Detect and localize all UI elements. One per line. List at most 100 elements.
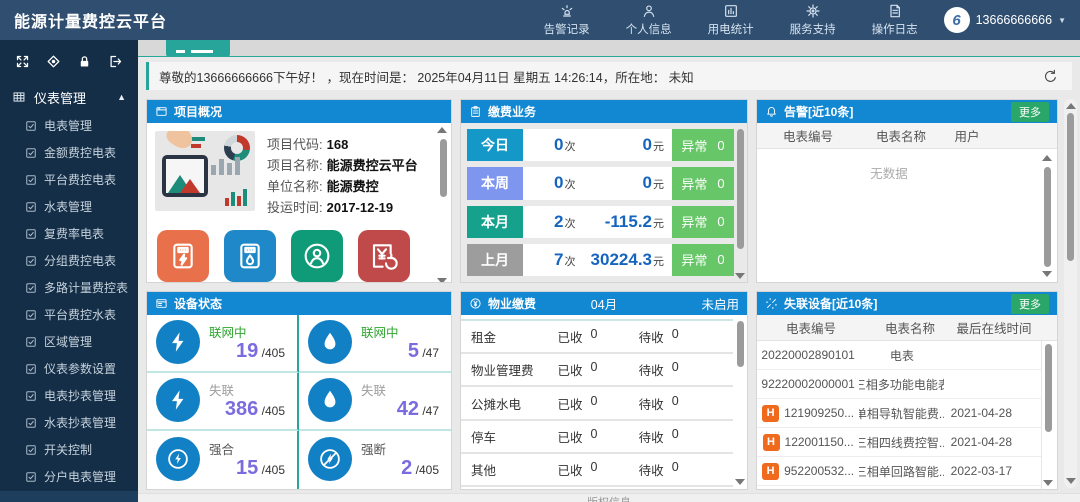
sidebar-item-water-reading[interactable]: 水表抄表管理 [0, 409, 138, 436]
meter-no: 122001150... [785, 435, 854, 449]
nav-operation-log[interactable]: 操作日志 [872, 3, 918, 37]
lock-icon[interactable] [77, 54, 92, 69]
sidebar-item-multichannel-meter[interactable]: 多路计量费控表 [0, 274, 138, 301]
received-value: 0 [590, 327, 597, 346]
sidebar-item-switch-control[interactable]: 开关控制 [0, 436, 138, 463]
received-value: 0 [590, 460, 597, 479]
scrollbar-thumb[interactable] [1044, 167, 1051, 267]
profile-icon [641, 3, 657, 19]
sidebar-item-platform-feecontrol-water[interactable]: 平台费控水表 [0, 301, 138, 328]
locate-icon[interactable] [46, 54, 61, 69]
pending-label: 待收 [639, 460, 664, 479]
nav-electricity-stats[interactable]: 用电统计 [708, 3, 754, 37]
device-cell-water-offline: 失联 42 /47 [299, 373, 451, 431]
alarm-more-button[interactable]: 更多 [1011, 102, 1049, 122]
pay-amount: 0 [643, 135, 652, 154]
page-scrollbar[interactable] [1064, 99, 1077, 488]
scrollbar-thumb[interactable] [440, 139, 447, 197]
pay-amount-unit: 元 [653, 179, 664, 191]
abnormal-label: 异常 [681, 174, 707, 193]
scrollbar-thumb[interactable] [737, 129, 744, 249]
panel-title: 告警[近10条] [784, 103, 853, 120]
nav-profile[interactable]: 个人信息 [626, 3, 672, 37]
bell-icon [765, 105, 778, 118]
project-illustration [155, 131, 255, 211]
offline-row[interactable]: 92220002000001 三相多功能电能表 [757, 370, 1041, 399]
offline-table-header: 电表编号 电表名称 最后在线时间 [757, 315, 1057, 341]
scroll-down-icon[interactable] [1042, 271, 1052, 277]
shortcut-electric-meter[interactable] [157, 230, 209, 282]
sidebar-item-label: 开关控制 [44, 441, 92, 458]
column-header: 最后在线时间 [955, 318, 1033, 337]
sidebar-item-amount-feecontrol-meter[interactable]: 金额费控电表 [0, 139, 138, 166]
pending-value: 0 [672, 394, 679, 413]
fullscreen-icon[interactable] [15, 54, 30, 69]
offline-row[interactable]: H121909250... 单相导轨智能费... 2021-04-28 [757, 399, 1041, 428]
checkbox-icon [25, 309, 37, 321]
offline-row[interactable]: H952200532... 三相单回路智能... 2022-03-17 [757, 457, 1041, 486]
scrollbar-thumb[interactable] [1045, 344, 1052, 432]
h-badge: H [763, 434, 780, 451]
device-status-label: 强合 [209, 443, 234, 457]
offline-row[interactable]: 20220002890101 电表 [757, 341, 1041, 370]
pay-amount-unit: 元 [653, 256, 664, 268]
checkbox-icon [25, 201, 37, 213]
sidebar-item-electric-meter[interactable]: 电表管理 [0, 112, 138, 139]
project-shortcuts [155, 230, 433, 282]
sidebar-item-label: 水表管理 [44, 198, 92, 215]
scroll-down-icon[interactable] [1043, 480, 1053, 486]
device-cell-force-on: 强合 15 /405 [147, 431, 299, 489]
abnormal-label: 异常 [681, 212, 707, 231]
checkbox-icon [25, 174, 37, 186]
copyright-text: 版权信息 [587, 494, 631, 502]
last-online: 2022-03-17 [951, 464, 1012, 478]
water-meter-icon [308, 378, 352, 422]
panel-project-header: 项目概况 [147, 100, 451, 123]
shortcut-user-account[interactable] [291, 230, 343, 282]
app-title: 能源计量费控云平台 [0, 8, 167, 32]
refresh-button[interactable] [1036, 64, 1064, 88]
tab-home[interactable] [166, 40, 230, 57]
sidebar-item-water-meter[interactable]: 水表管理 [0, 193, 138, 220]
scroll-down-icon[interactable] [1066, 478, 1076, 484]
sidebar-group-meter-management[interactable]: 仪表管理 ▲ [0, 82, 138, 112]
pay-amount-unit: 元 [653, 141, 664, 153]
meter-no: 121909250... [784, 406, 854, 420]
offline-more-button[interactable]: 更多 [1011, 294, 1049, 314]
checkbox-icon [25, 255, 37, 267]
scroll-up-icon[interactable] [1066, 103, 1076, 109]
sidebar-item-label: 区域管理 [44, 333, 92, 350]
sidebar-item-meter-params[interactable]: 仪表参数设置 [0, 355, 138, 382]
meter-no: 952200532... [784, 464, 854, 478]
fee-name: 物业管理费 [471, 360, 557, 379]
logout-icon[interactable] [108, 54, 123, 69]
scroll-down-icon[interactable] [735, 273, 745, 279]
shortcut-recharge-record[interactable] [358, 230, 410, 282]
sidebar-item-region-management[interactable]: 区域管理 [0, 328, 138, 355]
sidebar-item-household-meter[interactable]: 分户电表管理 [0, 463, 138, 490]
scroll-up-icon[interactable] [1042, 155, 1052, 161]
scroll-up-icon[interactable] [437, 127, 447, 133]
shortcut-water-meter[interactable] [224, 230, 276, 282]
page-scrollbar-thumb[interactable] [1067, 113, 1074, 261]
sidebar-item-group-feecontrol-meter[interactable]: 分组费控电表 [0, 247, 138, 274]
device-total: /47 [422, 346, 439, 360]
nav-alarm-record[interactable]: 告警记录 [544, 3, 590, 37]
sidebar-item-electric-reading[interactable]: 电表抄表管理 [0, 382, 138, 409]
device-value: 15 [236, 457, 258, 479]
sidebar-item-multirate-meter[interactable]: 复费率电表 [0, 220, 138, 247]
sidebar-item-label: 复费率电表 [44, 225, 104, 242]
empty-placeholder: 无数据 [757, 149, 1021, 182]
sidebar-group-label: 仪表管理 [34, 88, 86, 107]
sidebar-item-platform-feecontrol-meter[interactable]: 平台费控电表 [0, 166, 138, 193]
scroll-down-icon[interactable] [735, 479, 745, 485]
chevron-up-icon: ▲ [117, 92, 126, 102]
scrollbar-thumb[interactable] [737, 321, 744, 367]
offline-row[interactable]: H122001150... 三相四线费控智... 2021-04-28 [757, 428, 1041, 457]
user-menu[interactable]: 6 13666666666 ▼ [944, 7, 1066, 33]
table-grid-icon [12, 90, 26, 104]
panel-title: 缴费业务 [488, 103, 536, 120]
scroll-down-icon[interactable] [437, 278, 447, 283]
pay-count: 7 [554, 250, 563, 269]
nav-service-support[interactable]: 服务支持 [790, 3, 836, 37]
